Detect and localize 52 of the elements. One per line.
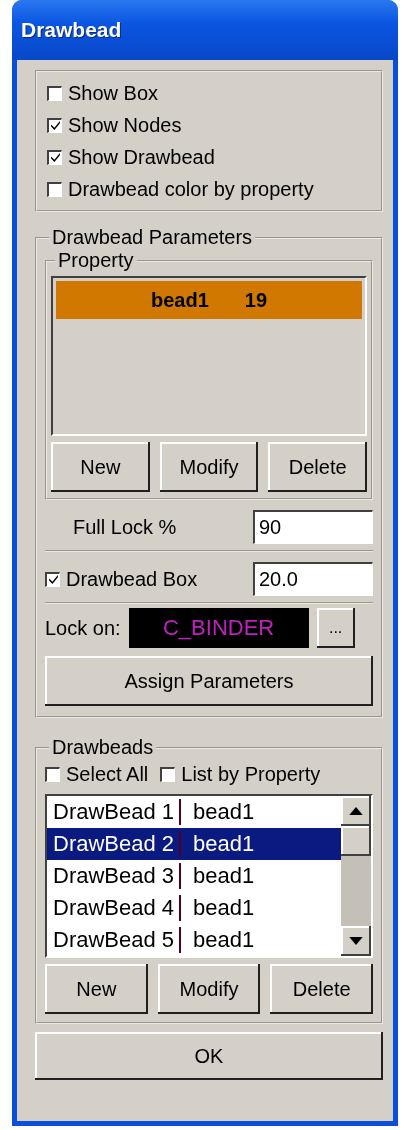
drawbead-property: bead1	[192, 831, 255, 857]
drawbead-name: DrawBead 2	[47, 831, 181, 857]
full-lock-field[interactable]: 90	[253, 510, 373, 544]
group-title: Drawbeads	[51, 736, 155, 759]
checkbox-label: Select All	[66, 763, 149, 786]
property-button[interactable]: New	[51, 442, 150, 492]
property-row[interactable]: bead1 19	[56, 281, 362, 319]
checkbox[interactable]	[47, 85, 62, 101]
checkbox-label: Drawbead color by property	[68, 177, 314, 201]
drawbead-property: bead1	[192, 927, 255, 953]
drawbead-name: DrawBead 1	[47, 799, 181, 825]
group-title: Drawbead Parameters	[51, 226, 254, 249]
ok-button[interactable]: OK	[35, 1032, 383, 1080]
scroll-down-button[interactable]	[341, 926, 371, 956]
drawbead-name: DrawBead 4	[47, 895, 181, 921]
checkbox[interactable]	[45, 571, 60, 587]
property-button[interactable]: Delete	[268, 442, 367, 492]
drawbead-button[interactable]: Delete	[270, 964, 373, 1014]
drawbead-button[interactable]: Modify	[157, 964, 261, 1014]
full-lock-label: Full Lock %	[72, 515, 177, 539]
scroll-up-button[interactable]	[341, 796, 371, 826]
checkbox-label: Show Drawbead	[68, 145, 215, 169]
lock-on-field[interactable]: C_BINDER	[128, 608, 309, 648]
drawbead-row[interactable]: DrawBead 2 bead1	[47, 828, 341, 860]
checkbox-label: Drawbead Box	[66, 567, 198, 591]
drawbead-property: bead1	[192, 863, 255, 889]
assign-parameters-button[interactable]: Assign Parameters	[45, 656, 373, 706]
down-arrow-icon	[349, 937, 363, 945]
checkbox-label: List by Property	[181, 763, 321, 786]
checkbox[interactable]	[47, 117, 62, 133]
property-value: 19	[244, 288, 268, 312]
checkbox[interactable]	[47, 181, 62, 197]
property-name: bead1	[150, 288, 209, 312]
drawbead-property: bead1	[192, 799, 255, 825]
checkbox[interactable]	[45, 767, 60, 782]
checkbox[interactable]	[47, 149, 62, 165]
drawbead-name: DrawBead 3	[47, 863, 181, 889]
checkbox-label: Show Box	[68, 81, 159, 105]
property-button[interactable]: Modify	[159, 442, 259, 492]
drawbead-button[interactable]: New	[45, 964, 148, 1014]
drawbead-box-field[interactable]: 20.0	[253, 562, 373, 596]
up-arrow-icon	[349, 807, 363, 815]
scrollbar[interactable]	[341, 796, 371, 956]
browse-button[interactable]: ...	[316, 608, 355, 648]
drawbead-property: bead1	[192, 895, 255, 921]
checkbox-label: Show Nodes	[68, 113, 182, 137]
lock-on-label: Lock on:	[45, 616, 121, 640]
window-title: Drawbead	[20, 18, 122, 42]
group-title: Property	[57, 249, 135, 272]
checkbox[interactable]	[160, 767, 176, 782]
scroll-thumb[interactable]	[341, 826, 371, 856]
drawbead-name: DrawBead 5	[47, 927, 181, 953]
